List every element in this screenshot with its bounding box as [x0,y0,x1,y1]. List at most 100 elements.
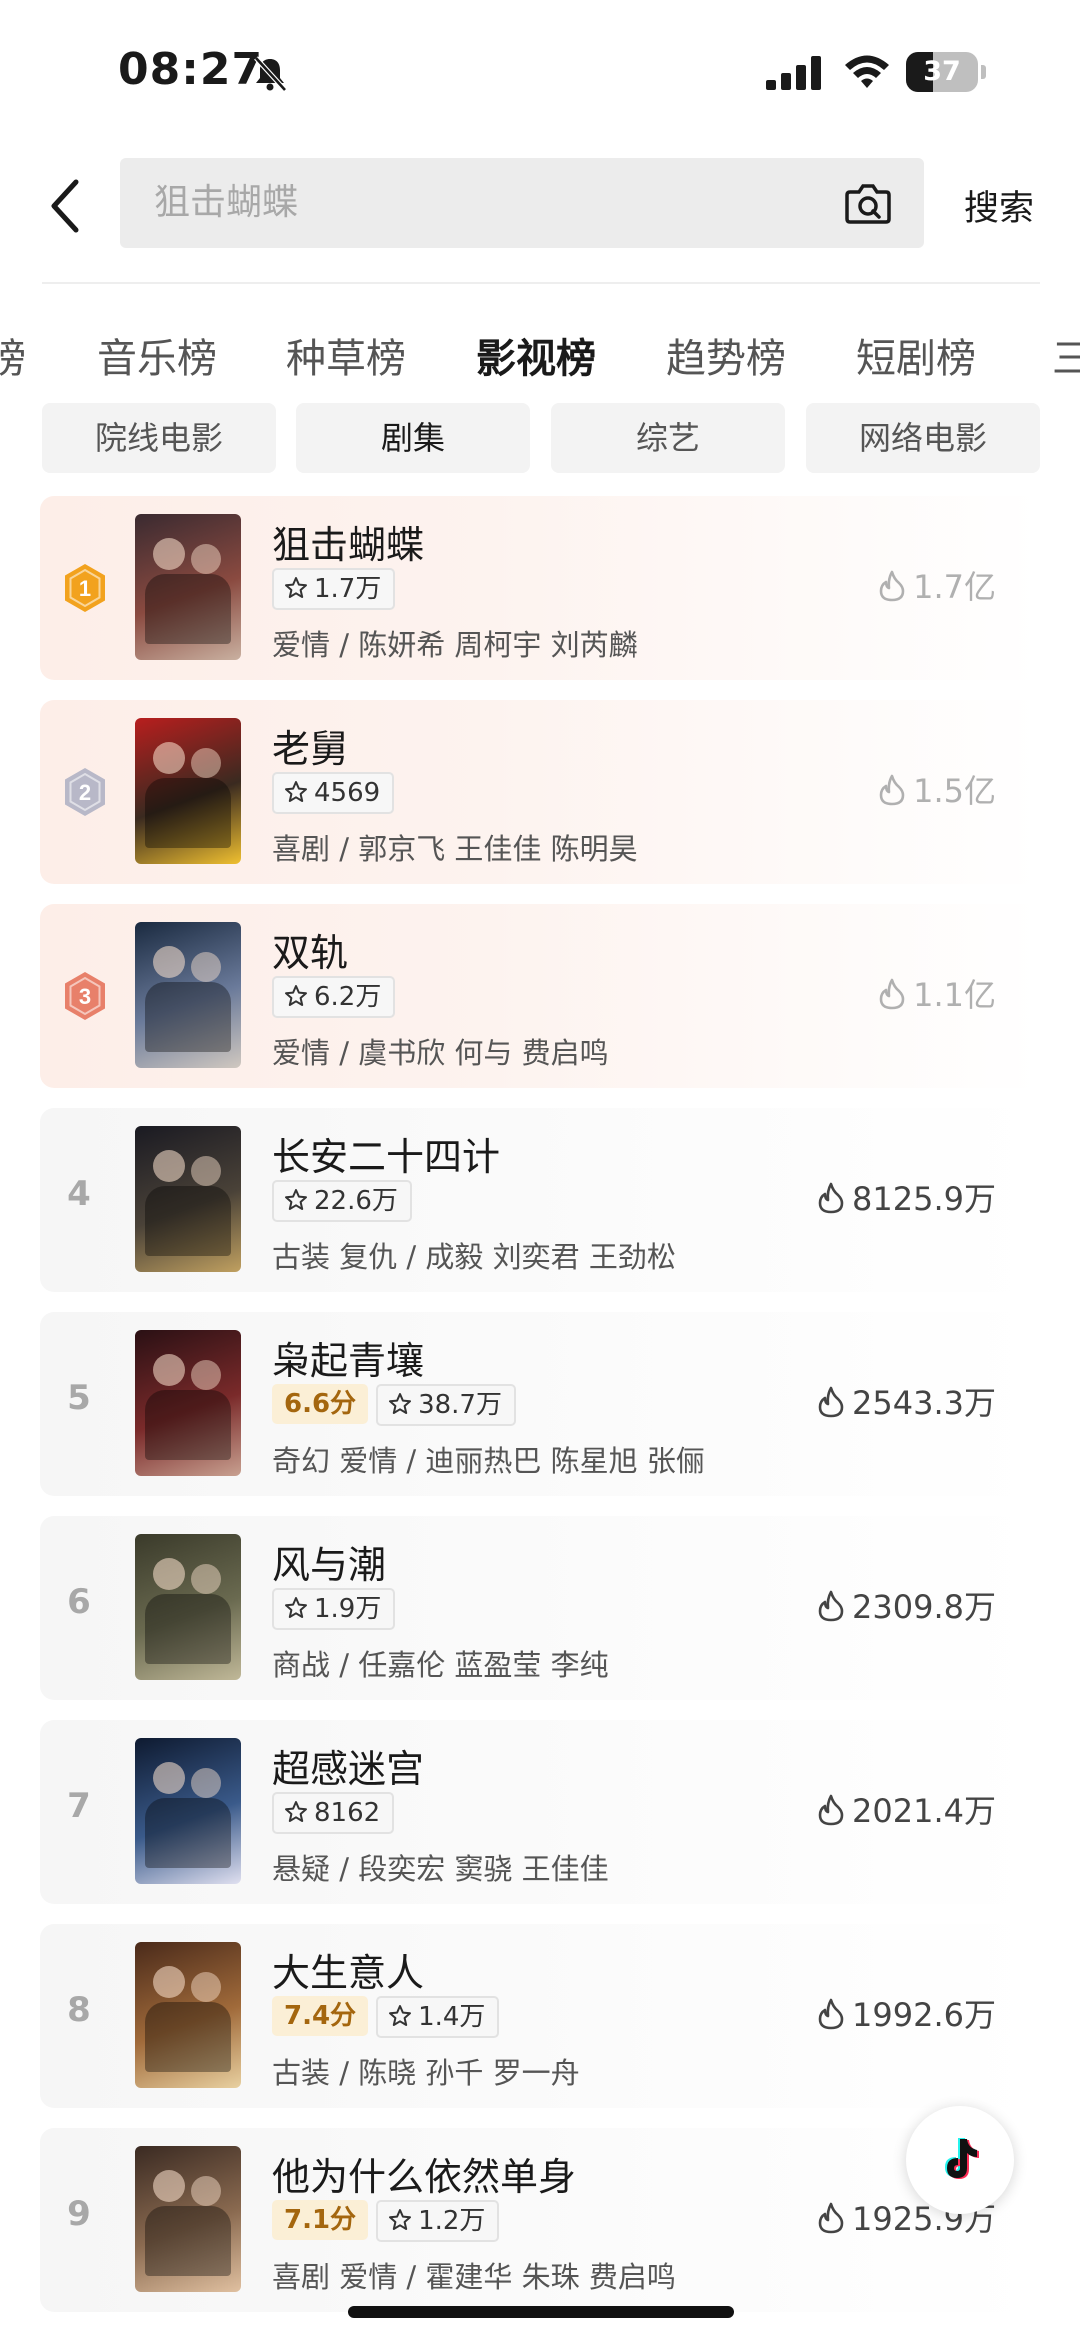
home-indicator [348,2306,734,2318]
item-title[interactable]: 狙击蝴蝶 [272,514,424,569]
poster-image[interactable] [135,718,241,864]
tab-music[interactable]: 音乐榜 [97,326,217,384]
list-item[interactable]: 9 他为什么依然单身 7.1分 1.2万 喜剧 爱情 / 霍建华 朱珠 费启鸣 1925.… [40,2128,1040,2312]
list-item[interactable]: 6 风与潮 1.9万 商战 / 任嘉伦 蓝盈莹 李纯 2309.8万 [40,1516,1040,1700]
tab-partial-left[interactable]: 榜 [0,326,26,384]
favorites-badge[interactable]: 8162 [272,1792,395,1834]
tab-trend[interactable]: 趋势榜 [666,326,786,384]
favorites-count: 1.4万 [418,2002,486,2032]
svg-text:3: 3 [79,984,91,1009]
favorites-badge[interactable]: 22.6万 [272,1180,412,1222]
badge-row: 6.2万 [272,976,403,1018]
favorites-badge[interactable]: 1.4万 [376,1996,500,2038]
favorites-count: 6.2万 [314,982,382,1012]
poster-image[interactable] [135,1534,241,1680]
heat-number: 2021.4万 [852,1792,996,1830]
wifi-icon [845,55,889,88]
list-item[interactable]: 2 老舅 4569 喜剧 / 郭京飞 王佳佳 陈明昊 1.5亿 [40,700,1040,884]
poster-image[interactable] [135,1738,241,1884]
favorites-badge[interactable]: 4569 [272,772,395,814]
item-title[interactable]: 他为什么依然单身 [272,2146,576,2201]
score-badge: 6.6分 [272,1384,369,1424]
favorites-badge[interactable]: 1.7万 [272,568,396,610]
item-meta: 喜剧 / 郭京飞 王佳佳 陈明昊 [272,832,638,866]
poster-image[interactable] [135,1942,241,2088]
status-bar: 08:27 37 [0,0,1080,140]
chip-variety[interactable]: 综艺 [551,403,785,473]
heat-number: 1.1亿 [913,976,996,1014]
item-title[interactable]: 长安二十四计 [272,1126,500,1181]
favorites-count: 22.6万 [314,1186,398,1216]
item-title[interactable]: 老舅 [272,718,348,773]
floating-app-button[interactable] [906,2106,1014,2214]
list-item[interactable]: 8 大生意人 7.4分 1.4万古装 / 陈晓 孙千 罗一舟 1992.6万 [40,1924,1040,2108]
item-title[interactable]: 风与潮 [272,1534,386,1589]
badge-row: 22.6万 [272,1180,420,1222]
list-item[interactable]: 1 狙击蝴蝶 1.7万 爱情 / 陈妍希 周柯宇 刘芮麟 1.7亿 [40,496,1040,680]
rank-number: 6 [67,1582,91,1622]
search-button[interactable]: 搜索 [964,180,1034,231]
poster-image[interactable] [135,2146,241,2292]
star-icon [285,781,307,802]
search-input[interactable]: 狙击蝴蝶 [120,158,924,248]
favorites-count: 1.7万 [314,574,382,604]
heat-number: 1.7亿 [913,568,996,606]
favorites-badge[interactable]: 1.9万 [272,1588,396,1630]
heat-value: 1.5亿 [879,766,996,812]
badge-row: 1.7万 [272,568,403,610]
star-icon [389,2005,412,2026]
list-item[interactable]: 7 超感迷宫 8162 悬疑 / 段奕宏 窦骁 王佳佳 2021.4万 [40,1720,1040,1904]
divider [42,282,1040,284]
tab-film-tv[interactable]: 影视榜 [476,326,596,384]
list-item[interactable]: 3 双轨 6.2万 爱情 / 虞书欣 何与 费启鸣 1.1亿 [40,904,1040,1088]
rank-medal-icon: 1 [65,564,105,612]
star-icon [389,2209,412,2230]
poster-image[interactable] [135,514,241,660]
rank-number: 4 [67,1174,91,1214]
favorites-badge[interactable]: 1.2万 [376,2200,500,2242]
star-icon [285,577,307,598]
heat-value: 8125.9万 [818,1174,996,1220]
back-arrow-icon[interactable] [46,176,86,236]
item-title[interactable]: 双轨 [272,922,348,977]
search-placeholder: 狙击蝴蝶 [154,182,299,223]
list-item[interactable]: 5 枭起青壤 6.6分 38.7万 奇幻 爱情 / 迪丽热巴 陈星旭 张俪 2543.3万 [40,1312,1040,1496]
status-time: 08:27 [118,44,264,95]
star-icon [285,985,307,1006]
item-title[interactable]: 大生意人 [272,1942,424,1997]
badge-row: 6.6分 38.7万 [272,1384,524,1426]
heat-value: 1992.6万 [818,1990,996,2036]
item-meta: 喜剧 爱情 / 霍建华 朱珠 费启鸣 [272,2260,676,2294]
svg-text:2: 2 [79,780,91,805]
heat-value: 1.7亿 [879,562,996,608]
tab-partial-right[interactable]: 三亿 [1052,326,1080,384]
score-badge: 7.4分 [272,1996,369,2036]
list-item[interactable]: 4 长安二十四计 22.6万古装 复仇 / 成毅 刘奕君 王劲松 8125.9万 [40,1108,1040,1292]
tab-short-drama[interactable]: 短剧榜 [856,326,976,384]
heat-value: 2543.3万 [818,1378,996,1424]
battery-level: 37 [923,56,961,87]
poster-image[interactable] [135,922,241,1068]
star-icon [285,1801,307,1822]
svg-text:1: 1 [79,576,91,601]
favorites-badge[interactable]: 6.2万 [272,976,396,1018]
chip-series[interactable]: 剧集 [296,403,530,473]
poster-image[interactable] [135,1126,241,1272]
item-meta: 古装 / 陈晓 孙千 罗一舟 [272,2056,580,2090]
flame-icon [879,978,905,1010]
item-title[interactable]: 超感迷宫 [272,1738,424,1793]
tab-recommend[interactable]: 种草榜 [286,326,406,384]
chip-web-movie[interactable]: 网络电影 [806,403,1040,473]
camera-search-icon[interactable] [844,180,892,226]
rank-number: 8 [67,1990,91,2030]
flame-icon [818,1386,844,1418]
favorites-badge[interactable]: 38.7万 [376,1384,516,1426]
item-meta: 古装 复仇 / 成毅 刘奕君 王劲松 [272,1240,676,1274]
item-meta: 商战 / 任嘉伦 蓝盈莹 李纯 [272,1648,609,1682]
badge-row: 7.1分 1.2万 [272,2200,507,2242]
flame-icon [879,570,905,602]
item-title[interactable]: 枭起青壤 [272,1330,424,1385]
poster-image[interactable] [135,1330,241,1476]
item-meta: 悬疑 / 段奕宏 窦骁 王佳佳 [272,1852,609,1886]
chip-cinema-movie[interactable]: 院线电影 [42,403,276,473]
